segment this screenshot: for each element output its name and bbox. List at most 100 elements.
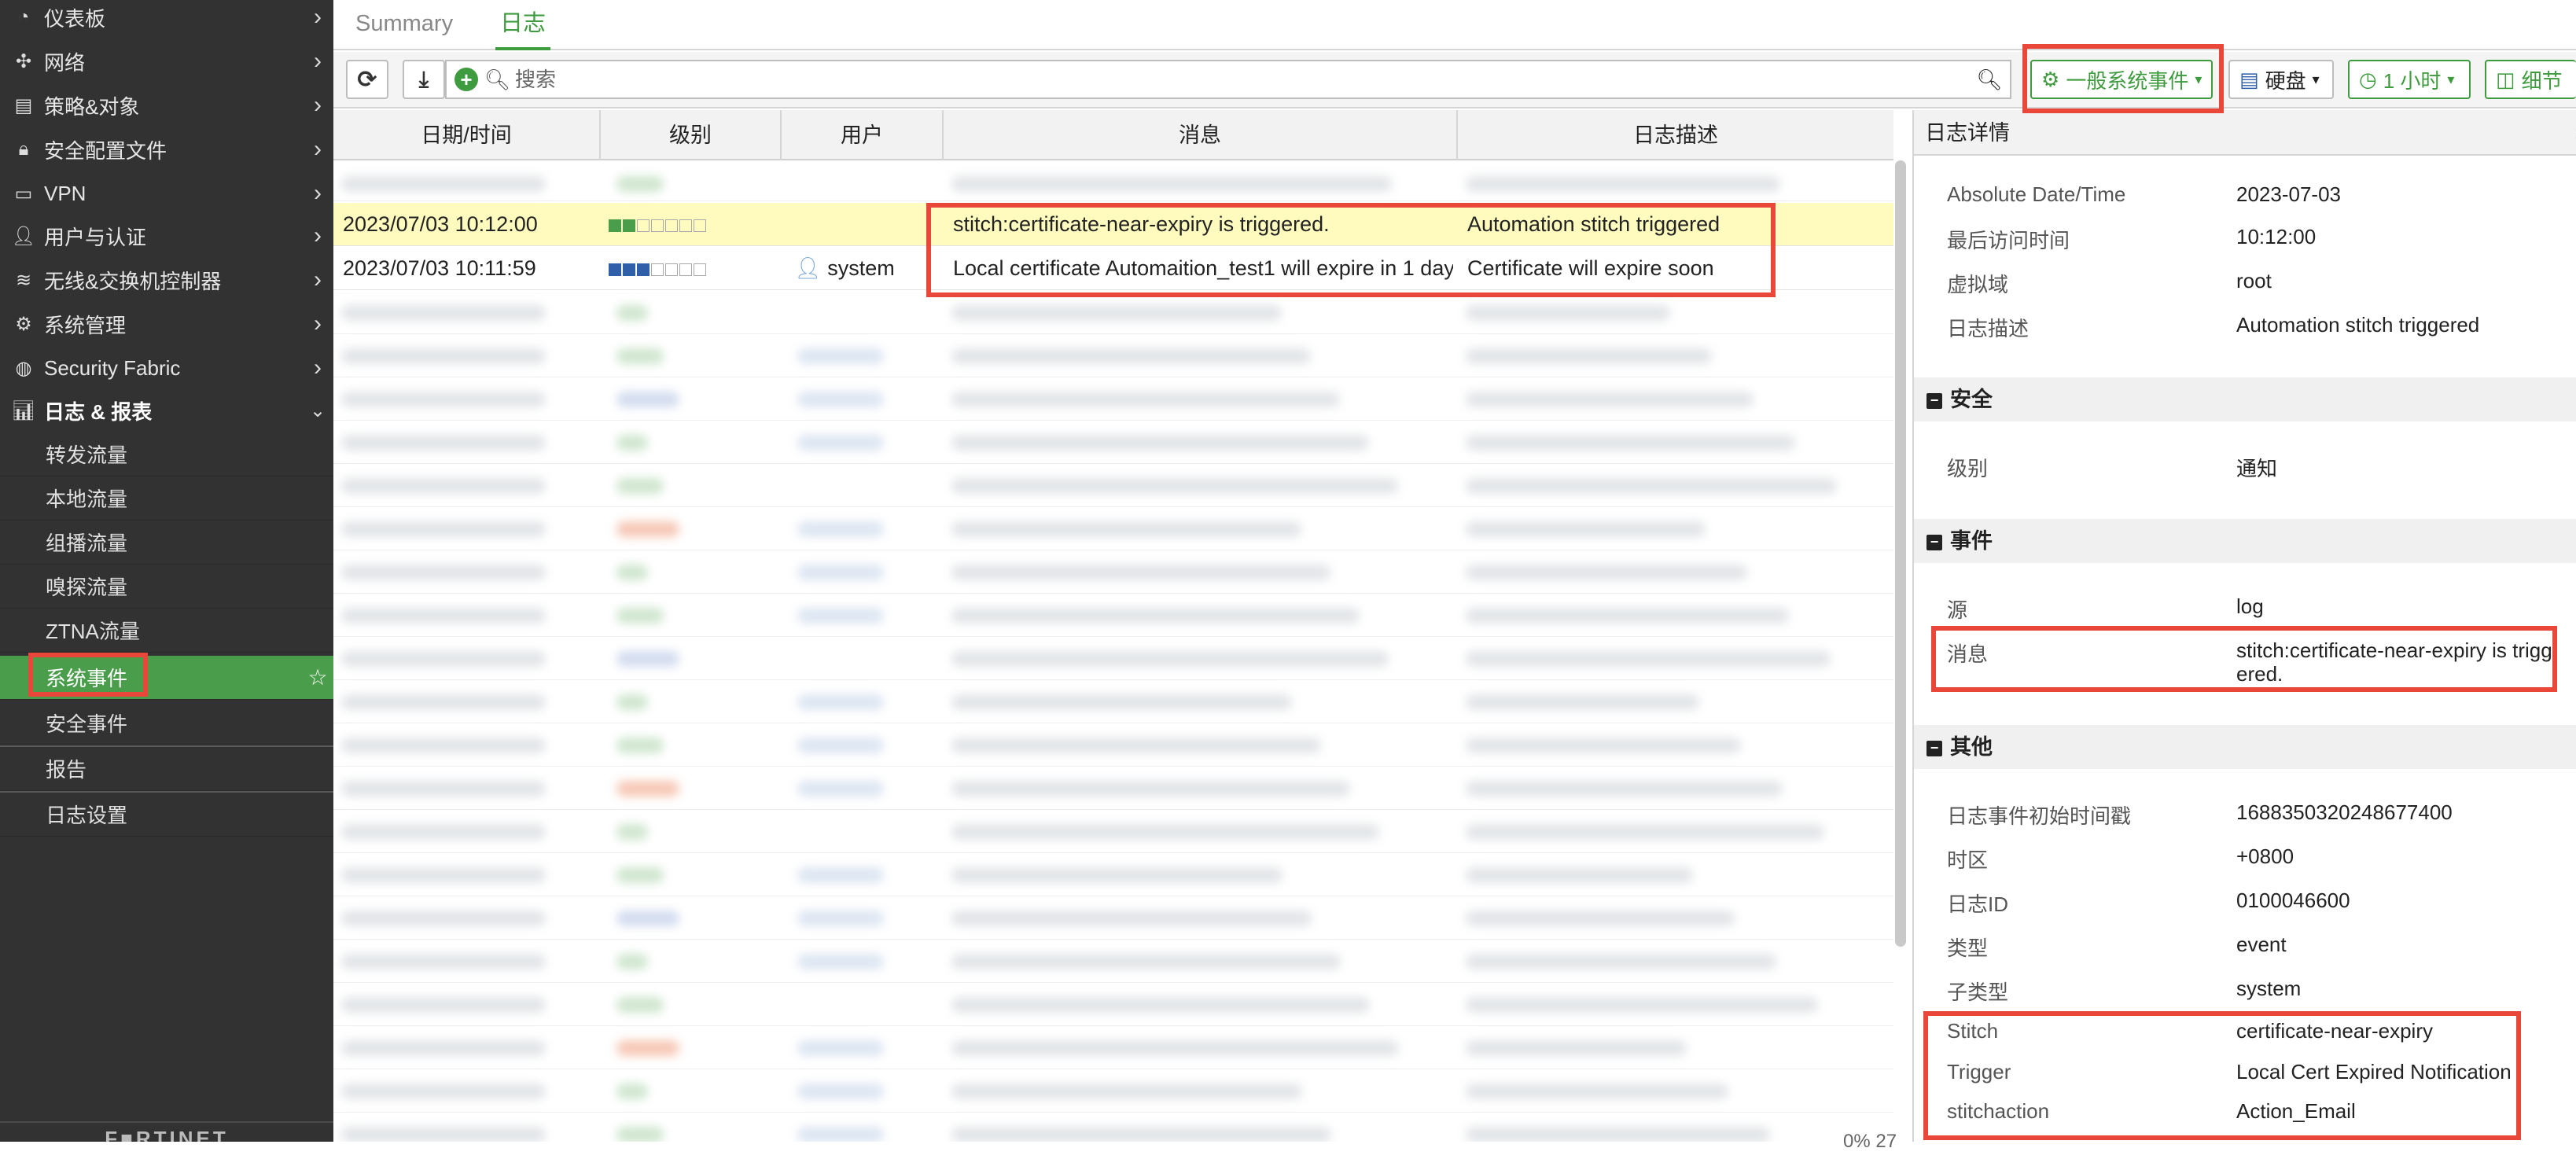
blurred-content	[341, 694, 546, 710]
search-button[interactable]: 🔍︎	[1969, 60, 2011, 99]
detail-key: 源	[1947, 598, 1968, 622]
table-row[interactable]: 2023/07/03 10:12:00 stitch:certificate-n…	[333, 203, 1893, 246]
sidebar-sub-system-events[interactable]: 系统事件 ☆	[0, 656, 333, 700]
download-button[interactable]: ⤓	[403, 60, 445, 99]
search-input[interactable]	[515, 67, 1853, 92]
table-row[interactable]	[333, 594, 1893, 637]
detail-value: 0100046600	[2236, 889, 2350, 912]
blurred-content	[797, 1040, 884, 1056]
time-range-dropdown[interactable]: ◷ 1 小时 ▾	[2348, 60, 2471, 99]
table-row[interactable]	[333, 162, 1893, 201]
table-row[interactable]	[333, 334, 1893, 377]
table-row[interactable]	[333, 464, 1893, 507]
table-row[interactable]	[333, 723, 1893, 767]
sidebar-item-policy[interactable]: ▤ 策略&对象 ›	[0, 83, 333, 127]
user-icon: 👤︎	[794, 256, 822, 280]
table-row[interactable]	[333, 680, 1893, 723]
details-toggle-button[interactable]: ◫ 细节	[2485, 60, 2576, 99]
sidebar-sub-ztna-traffic[interactable]: ZTNA流量	[0, 609, 333, 653]
blurred-content	[951, 997, 1370, 1013]
sidebar-sub-sniffer-traffic[interactable]: 嗅探流量	[0, 565, 333, 609]
column-header-message[interactable]: 消息	[944, 110, 1458, 160]
blurred-content	[341, 651, 546, 667]
cell-message: Local certificate Automaition_test1 will…	[953, 256, 1453, 280]
blurred-content	[951, 435, 1369, 451]
blurred-content	[341, 608, 546, 624]
table-row[interactable]	[333, 1113, 1893, 1142]
blurred-content	[341, 1127, 546, 1142]
sidebar-item-log-report[interactable]: 📊︎ 日志 & 报表 ⌄	[0, 388, 333, 432]
blurred-content	[1466, 911, 1735, 926]
blurred-content	[341, 478, 546, 494]
table-row[interactable]	[333, 637, 1893, 680]
star-icon[interactable]: ☆	[302, 664, 333, 690]
sidebar-sub-log-settings[interactable]: 日志设置	[0, 793, 333, 837]
table-row[interactable]	[333, 507, 1893, 550]
sidebar-item-wifi-switch[interactable]: ≋ 无线&交换机控制器 ›	[0, 258, 333, 302]
column-header-user[interactable]: 用户	[782, 110, 944, 160]
table-row[interactable]	[333, 421, 1893, 464]
cell-datetime: 2023/07/03 10:11:59	[343, 256, 536, 280]
chevron-right-icon: ›	[314, 4, 322, 30]
table-row[interactable]: 2023/07/03 10:11:59 👤︎ system Local certi…	[333, 247, 1893, 290]
table-row[interactable]	[333, 983, 1893, 1026]
table-row[interactable]	[333, 291, 1893, 334]
sidebar-sub-reports[interactable]: 报告	[0, 747, 333, 791]
chevron-right-icon: ›	[314, 136, 322, 162]
column-header-description[interactable]: 日志描述	[1458, 110, 1893, 160]
sidebar-item-vpn[interactable]: ▭ VPN ›	[0, 171, 333, 215]
blurred-content	[616, 867, 664, 883]
refresh-button[interactable]: ⟳	[346, 60, 388, 99]
column-header-datetime[interactable]: 日期/时间	[333, 110, 601, 160]
blurred-content	[616, 348, 664, 364]
table-row[interactable]	[333, 1069, 1893, 1113]
table-row[interactable]	[333, 550, 1893, 594]
cell-user: 👤︎ system	[794, 256, 895, 280]
detail-value: system	[2236, 977, 2302, 1000]
blurred-content	[341, 348, 546, 364]
sidebar-sub-forward-traffic[interactable]: 转发流量	[0, 432, 333, 476]
table-row[interactable]	[333, 853, 1893, 896]
clock-icon: ◷	[2359, 67, 2377, 91]
table-row[interactable]	[333, 940, 1893, 983]
detail-value: root	[2236, 269, 2272, 293]
sidebar-item-dashboard[interactable]: ◔ 仪表板 ›	[0, 0, 333, 39]
event-type-dropdown[interactable]: ⚙ 一般系统事件 ▾	[2030, 60, 2214, 99]
detail-key: 日志ID	[1947, 892, 2009, 916]
blurred-content	[616, 694, 648, 710]
add-filter-icon[interactable]: +	[454, 68, 478, 91]
detail-key: Trigger	[1947, 1060, 2011, 1084]
sidebar-sub-security-events[interactable]: 安全事件	[0, 701, 333, 745]
detail-key: 时区	[1947, 848, 1989, 872]
detail-key: Stitch	[1947, 1019, 1999, 1043]
sidebar-item-system[interactable]: ⚙ 系统管理 ›	[0, 302, 333, 346]
table-row[interactable]	[333, 377, 1893, 421]
sidebar-item-user-auth[interactable]: 👤︎ 用户与认证 ›	[0, 214, 333, 258]
table-row[interactable]	[333, 810, 1893, 853]
sidebar-item-security-fabric[interactable]: ◍ Security Fabric ›	[0, 346, 333, 390]
blurred-content	[616, 954, 648, 970]
tab-logs[interactable]: 日志	[495, 8, 550, 50]
chevron-right-icon: ›	[314, 311, 322, 337]
caret-down-icon: ▾	[2195, 71, 2202, 87]
section-other[interactable]: − 其他	[1914, 725, 2576, 769]
sidebar-sub-local-traffic[interactable]: 本地流量	[0, 476, 333, 521]
sidebar-sub-multicast-traffic[interactable]: 组播流量	[0, 521, 333, 565]
blurred-content	[797, 954, 884, 970]
section-security[interactable]: − 安全	[1914, 377, 2576, 421]
detail-key: 虚拟域	[1947, 273, 2009, 296]
tab-summary[interactable]: Summary	[355, 8, 453, 50]
table-row[interactable]	[333, 767, 1893, 810]
cell-message: stitch:certificate-near-expiry is trigge…	[953, 212, 1330, 236]
table-row[interactable]	[333, 1026, 1893, 1069]
blurred-content	[797, 694, 884, 710]
section-event[interactable]: − 事件	[1914, 519, 2576, 563]
vertical-scrollbar[interactable]	[1895, 160, 1906, 947]
table-row[interactable]	[333, 896, 1893, 940]
sidebar-item-security-profiles[interactable]: 🔒︎ 安全配置文件 ›	[0, 127, 333, 171]
column-header-level[interactable]: 级别	[601, 110, 782, 160]
blurred-content	[616, 824, 648, 840]
blurred-content	[951, 392, 1340, 407]
sidebar-item-network[interactable]: ✣ 网络 ›	[0, 39, 333, 83]
storage-dropdown[interactable]: ▤ 硬盘 ▾	[2228, 60, 2334, 99]
